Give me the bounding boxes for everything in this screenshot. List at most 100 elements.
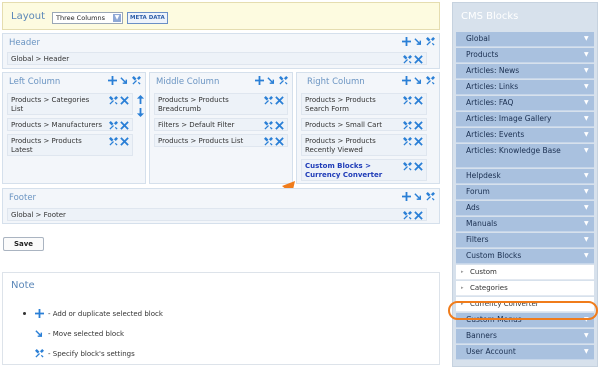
block-categories-list[interactable]: Products > Categories List (7, 93, 133, 115)
chevron-down-icon[interactable]: ▼ (584, 189, 589, 195)
chevron-down-icon[interactable]: ▼ (584, 132, 589, 138)
delete-icon[interactable] (275, 121, 284, 130)
delete-icon[interactable] (414, 211, 423, 220)
header-panel: Header Global > Header (2, 33, 440, 69)
cms-sub-item[interactable]: ▸ Custom (456, 265, 594, 280)
block-currency-converter[interactable]: Custom Blocks > Currency Converter (301, 159, 427, 181)
layout-select[interactable]: Three Columns ▼ (52, 12, 123, 24)
settings-icon[interactable] (109, 96, 118, 105)
cms-item[interactable]: Products ▼ (456, 48, 594, 63)
move-icon[interactable] (414, 76, 423, 85)
chevron-down-icon[interactable]: ▼ (584, 36, 589, 42)
settings-icon[interactable] (403, 55, 412, 64)
chevron-down-icon[interactable]: ▼ (584, 205, 589, 211)
settings-icon[interactable] (403, 211, 412, 220)
settings-icon[interactable] (426, 37, 435, 46)
cms-item[interactable]: Articles: News ▼ (456, 64, 594, 79)
settings-icon[interactable] (426, 192, 435, 201)
cms-item[interactable]: User Account ▼ (456, 345, 594, 360)
chevron-down-icon[interactable]: ▼ (584, 100, 589, 106)
chevron-down-icon[interactable]: ▼ (584, 148, 589, 154)
delete-icon[interactable] (120, 121, 129, 130)
add-icon[interactable] (402, 76, 411, 85)
cms-item[interactable]: Articles: FAQ ▼ (456, 96, 594, 111)
settings-icon[interactable] (264, 121, 273, 130)
chevron-down-icon[interactable]: ▼ (584, 116, 589, 122)
cms-item[interactable]: Banners ▼ (456, 329, 594, 344)
cms-item[interactable]: Forum ▼ (456, 185, 594, 200)
delete-icon[interactable] (275, 96, 284, 105)
delete-icon[interactable] (414, 121, 423, 130)
delete-icon[interactable] (275, 137, 284, 146)
move-icon[interactable] (414, 192, 423, 201)
cms-item[interactable]: Filters ▼ (456, 233, 594, 248)
add-icon[interactable] (402, 37, 411, 46)
settings-icon[interactable] (264, 96, 273, 105)
cms-item[interactable]: Global ▼ (456, 32, 594, 47)
delete-icon[interactable] (414, 55, 423, 64)
chevron-down-icon[interactable]: ▼ (584, 349, 589, 355)
chevron-down-icon[interactable]: ▼ (584, 333, 589, 339)
cms-item[interactable]: Articles: Links ▼ (456, 80, 594, 95)
block-global-header[interactable]: Global > Header (7, 52, 427, 65)
move-icon[interactable] (120, 76, 129, 85)
arrow-up-icon[interactable] (136, 95, 145, 104)
delete-icon[interactable] (414, 162, 423, 171)
settings-icon[interactable] (264, 137, 273, 146)
block-small-cart[interactable]: Products > Small Cart (301, 118, 427, 131)
save-button[interactable]: Save (3, 237, 44, 251)
settings-icon[interactable] (109, 137, 118, 146)
delete-icon[interactable] (120, 137, 129, 146)
chevron-down-icon[interactable]: ▼ (584, 221, 589, 227)
cms-item[interactable]: Articles: Image Gallery ▼ (456, 112, 594, 127)
cms-sub-item-label: Categories (470, 284, 508, 292)
add-icon[interactable] (108, 76, 117, 85)
chevron-down-icon[interactable]: ▼ (113, 14, 121, 22)
block-products-latest[interactable]: Products > Products Latest (7, 134, 133, 156)
cms-item[interactable]: Articles: Knowledge Base ▼ (456, 144, 594, 168)
settings-icon[interactable] (403, 121, 412, 130)
move-icon[interactable] (414, 37, 423, 46)
delete-icon[interactable] (120, 96, 129, 105)
block-products-list[interactable]: Products > Products List (154, 134, 288, 147)
chevron-down-icon[interactable]: ▼ (584, 84, 589, 90)
arrow-down-icon[interactable] (136, 108, 145, 117)
footer-panel: Footer Global > Footer (2, 188, 440, 224)
settings-icon[interactable] (403, 162, 412, 171)
block-recently-viewed[interactable]: Products > Products Recently Viewed (301, 134, 427, 156)
chevron-down-icon[interactable]: ▼ (584, 52, 589, 58)
cms-item[interactable]: Manuals ▼ (456, 217, 594, 232)
delete-icon[interactable] (414, 137, 423, 146)
settings-icon[interactable] (109, 121, 118, 130)
block-manufacturers[interactable]: Products > Manufacturers (7, 118, 133, 131)
note-title: Note (11, 280, 35, 291)
settings-icon[interactable] (279, 76, 288, 85)
move-icon[interactable] (267, 76, 276, 85)
cms-item[interactable]: Ads ▼ (456, 201, 594, 216)
block-default-filter[interactable]: Filters > Default Filter (154, 118, 288, 131)
block-search-form[interactable]: Products > Products Search Form (301, 93, 427, 115)
chevron-down-icon[interactable]: ▼ (584, 68, 589, 74)
left-updown (136, 95, 145, 117)
bullet-icon: ▸ (461, 285, 464, 291)
chevron-down-icon[interactable]: ▼ (584, 173, 589, 179)
delete-icon[interactable] (414, 96, 423, 105)
cms-sub-item[interactable]: ▸ Categories (456, 281, 594, 296)
settings-icon[interactable] (403, 96, 412, 105)
left-column-title: Left Column (9, 77, 61, 87)
cms-item[interactable]: Helpdesk ▼ (456, 169, 594, 184)
meta-data-button[interactable]: META DATA (127, 12, 168, 24)
block-global-footer[interactable]: Global > Footer (7, 208, 427, 221)
add-icon (35, 309, 44, 318)
add-icon[interactable] (402, 192, 411, 201)
layout-title: Layout (11, 11, 45, 22)
add-icon[interactable] (255, 76, 264, 85)
settings-icon[interactable] (426, 76, 435, 85)
chevron-down-icon[interactable]: ▼ (584, 237, 589, 243)
chevron-down-icon[interactable]: ▼ (584, 253, 589, 259)
cms-item[interactable]: Custom Blocks ▼ (456, 249, 594, 264)
settings-icon[interactable] (403, 137, 412, 146)
settings-icon[interactable] (132, 76, 141, 85)
cms-item[interactable]: Articles: Events ▼ (456, 128, 594, 143)
block-breadcrumb[interactable]: Products > Products Breadcrumb (154, 93, 288, 115)
